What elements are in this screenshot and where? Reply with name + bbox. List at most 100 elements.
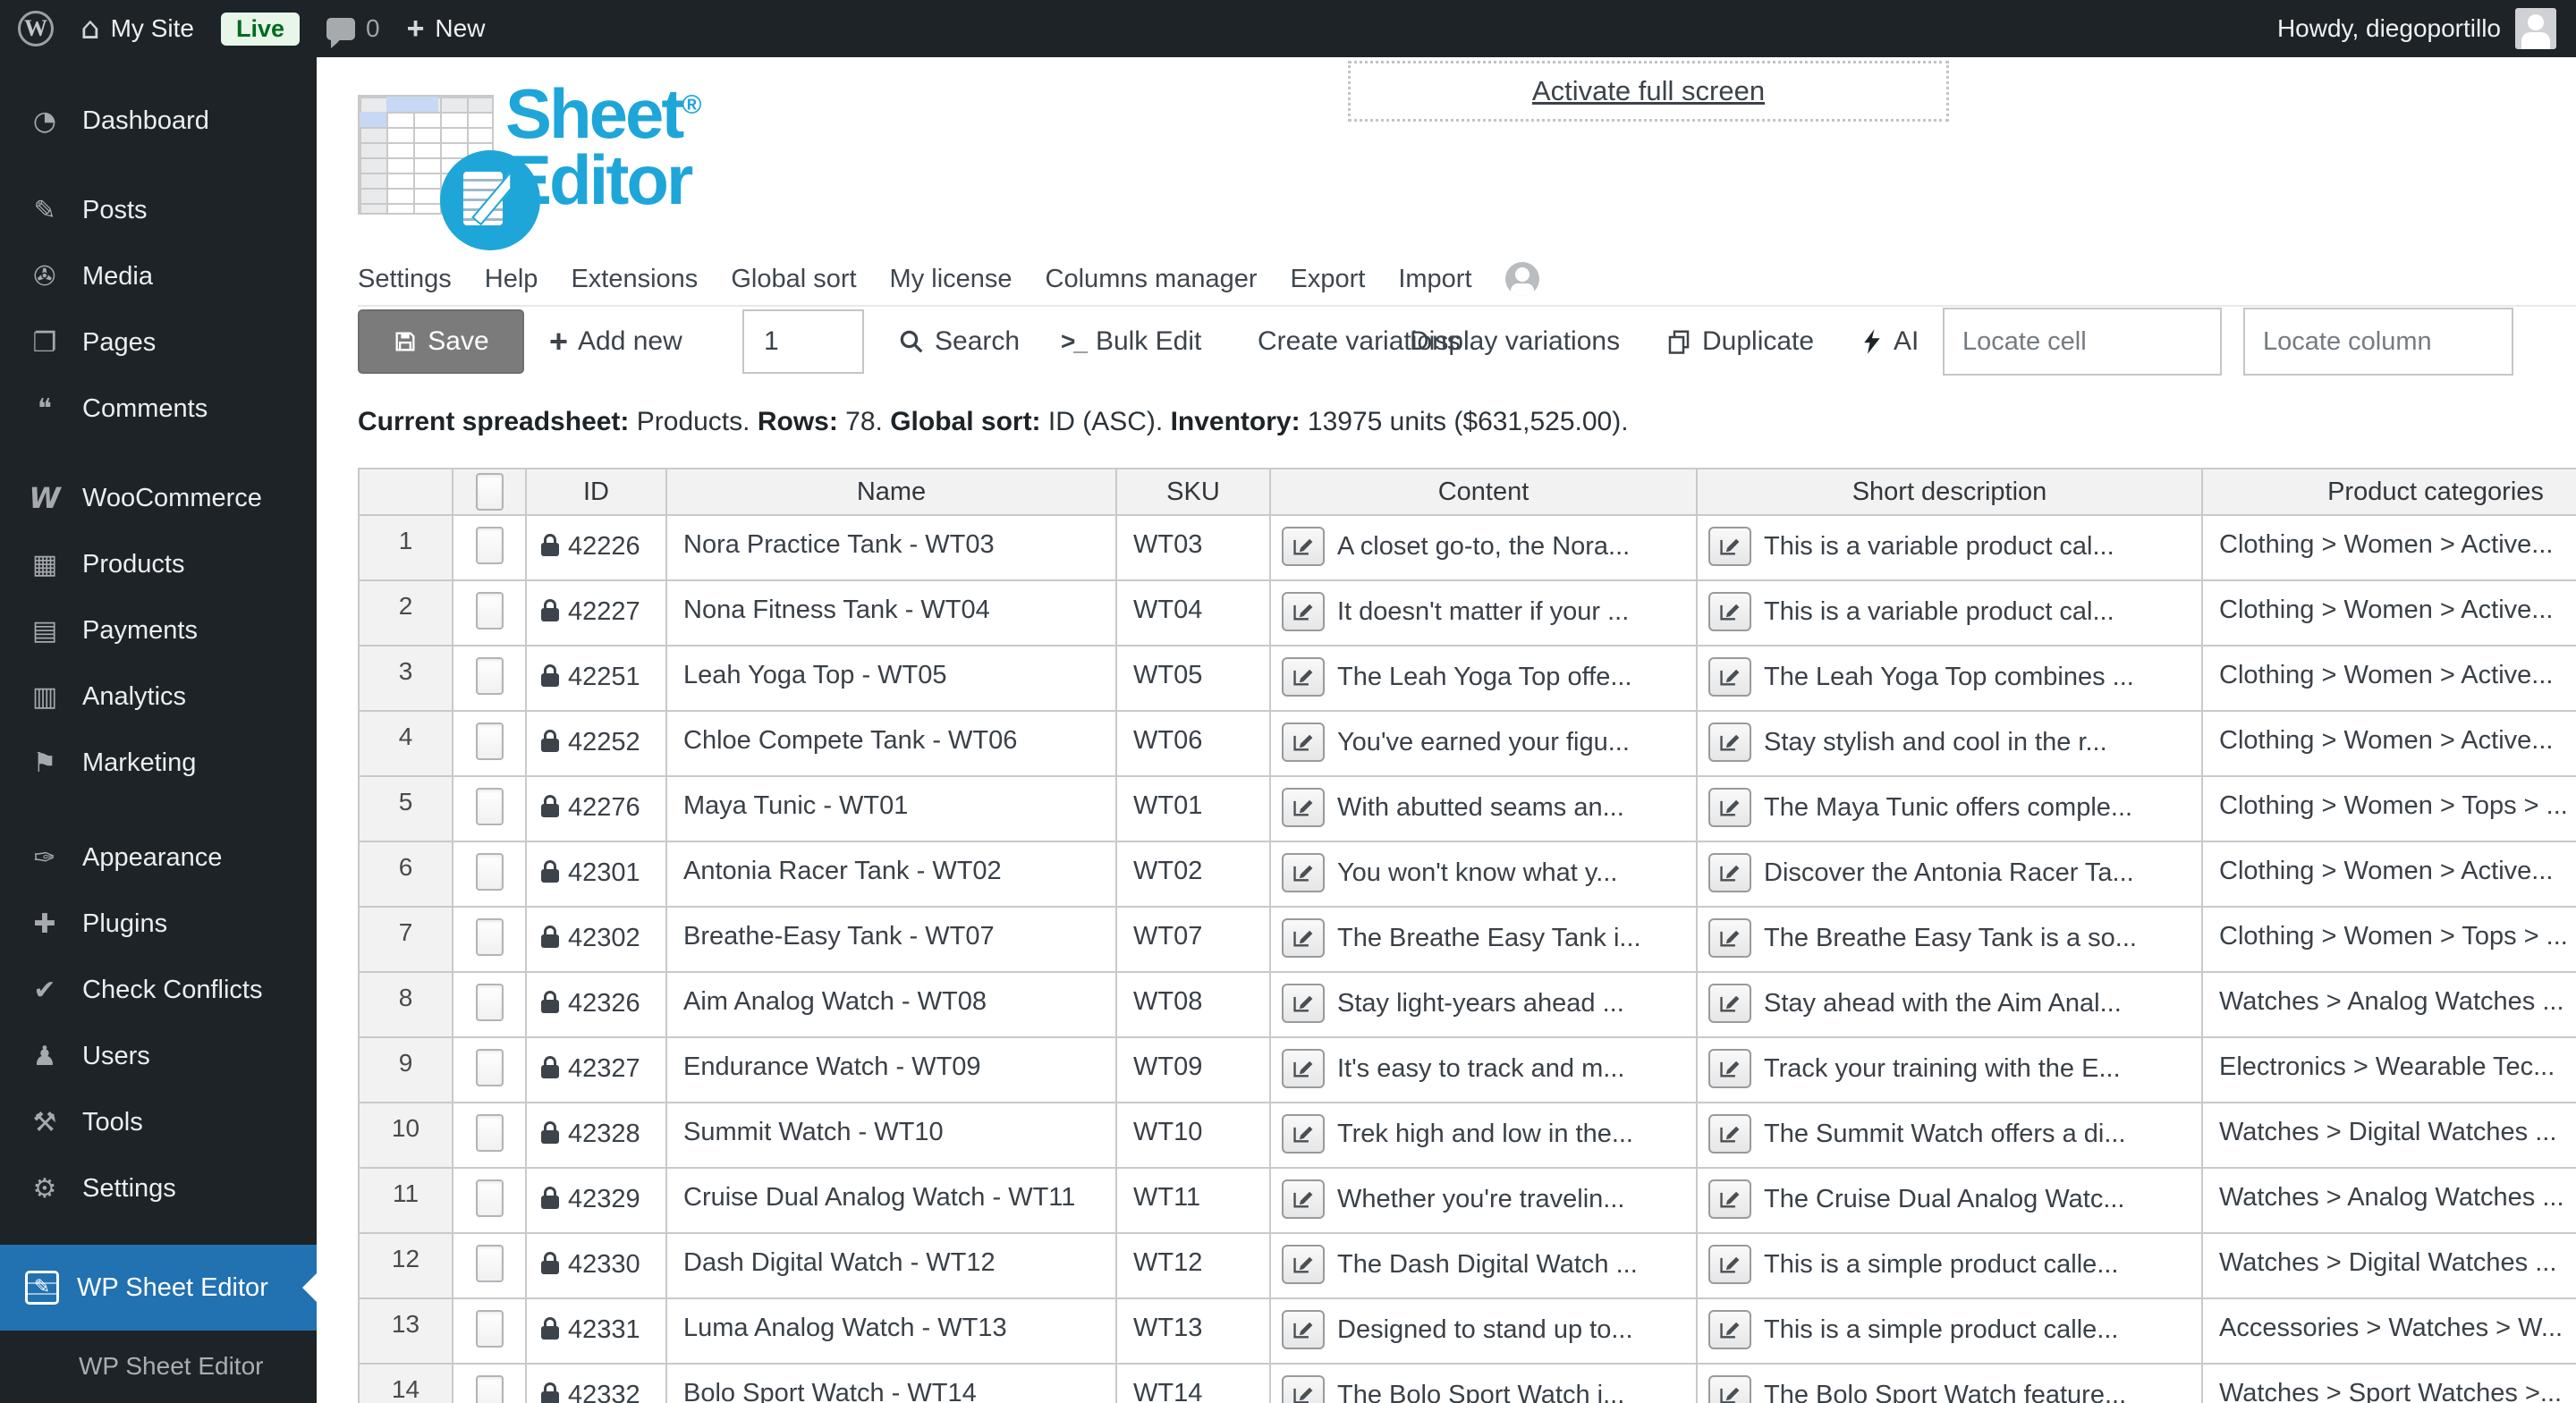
sidebar-item-payments[interactable]: ▤ Payments	[0, 597, 317, 663]
edit-content-button[interactable]	[1282, 788, 1325, 827]
edit-short-description-button[interactable]	[1708, 853, 1751, 892]
row-number[interactable]: 9	[360, 1038, 453, 1103]
sidebar-item-products[interactable]: ▦ Products	[0, 531, 317, 597]
sku-cell[interactable]: WT05	[1117, 647, 1271, 712]
short-description-cell[interactable]: The Maya Tunic offers comple...	[1698, 777, 2203, 842]
edit-content-button[interactable]	[1282, 984, 1325, 1023]
row-checkbox[interactable]	[475, 1114, 504, 1152]
row-number[interactable]: 6	[360, 842, 453, 908]
sidebar-item-check-conflicts[interactable]: ✔ Check Conflicts	[0, 957, 317, 1023]
row-checkbox[interactable]	[475, 1375, 504, 1403]
name-cell[interactable]: Dash Digital Watch - WT12	[667, 1234, 1117, 1299]
sidebar-item-posts[interactable]: ✎ Posts	[0, 177, 317, 243]
sidebar-item-woocommerce[interactable]: W WooCommerce	[0, 465, 317, 531]
edit-content-button[interactable]	[1282, 1310, 1325, 1349]
edit-content-button[interactable]	[1282, 527, 1325, 566]
categories-cell[interactable]: Clothing > Women > Active...	[2203, 842, 2576, 908]
content-cell[interactable]: The Dash Digital Watch ...	[1271, 1234, 1698, 1299]
edit-content-button[interactable]	[1282, 853, 1325, 892]
name-cell[interactable]: Antonia Racer Tank - WT02	[667, 842, 1117, 908]
save-button[interactable]: Save	[358, 309, 524, 374]
menu-item-export[interactable]: Export	[1291, 265, 1366, 294]
content-cell[interactable]: You've earned your figu...	[1271, 712, 1698, 777]
edit-short-description-button[interactable]	[1708, 723, 1751, 762]
edit-short-description-button[interactable]	[1708, 918, 1751, 958]
short-description-cell[interactable]: This is a variable product cal...	[1698, 581, 2203, 647]
content-cell[interactable]: The Breathe Easy Tank i...	[1271, 908, 1698, 973]
short-description-cell[interactable]: This is a simple product calle...	[1698, 1299, 2203, 1365]
content-cell[interactable]: It's easy to track and m...	[1271, 1038, 1698, 1103]
add-new-button[interactable]: + Add new	[549, 309, 682, 374]
sidebar-item-users[interactable]: ♟ Users	[0, 1023, 317, 1089]
sku-cell[interactable]: WT06	[1117, 712, 1271, 777]
sku-cell[interactable]: WT07	[1117, 908, 1271, 973]
activate-fullscreen-link[interactable]: Activate full screen	[1532, 75, 1765, 107]
content-cell[interactable]: It doesn't matter if your ...	[1271, 581, 1698, 647]
add-count-input[interactable]	[742, 309, 864, 374]
row-number[interactable]: 1	[360, 516, 453, 581]
short-description-cell[interactable]: Track your training with the E...	[1698, 1038, 2203, 1103]
row-number[interactable]: 8	[360, 973, 453, 1038]
sidebar-subitem-1[interactable]: Extensions	[0, 1397, 317, 1403]
user-avatar[interactable]	[2515, 8, 2556, 49]
display-variations-button[interactable]: Display variations	[1410, 309, 1620, 374]
edit-short-description-button[interactable]	[1708, 1179, 1751, 1219]
id-cell[interactable]: 42328	[527, 1103, 667, 1169]
edit-short-description-button[interactable]	[1708, 1375, 1751, 1403]
row-number[interactable]: 11	[360, 1169, 453, 1234]
sku-cell[interactable]: WT10	[1117, 1103, 1271, 1169]
row-number[interactable]: 12	[360, 1234, 453, 1299]
edit-short-description-button[interactable]	[1708, 1310, 1751, 1349]
name-cell[interactable]: Breathe-Easy Tank - WT07	[667, 908, 1117, 973]
column-header-id[interactable]: ID	[527, 469, 667, 516]
categories-cell[interactable]: Clothing > Women > Active...	[2203, 581, 2576, 647]
name-cell[interactable]: Maya Tunic - WT01	[667, 777, 1117, 842]
name-cell[interactable]: Luma Analog Watch - WT13	[667, 1299, 1117, 1365]
short-description-cell[interactable]: Stay ahead with the Aim Anal...	[1698, 973, 2203, 1038]
edit-short-description-button[interactable]	[1708, 1245, 1751, 1284]
content-cell[interactable]: With abutted seams an...	[1271, 777, 1698, 842]
sidebar-item-dashboard[interactable]: ◔ Dashboard	[0, 88, 317, 154]
edit-content-button[interactable]	[1282, 1375, 1325, 1403]
menu-item-settings[interactable]: Settings	[358, 265, 452, 294]
sidebar-item-media[interactable]: ✇ Media	[0, 243, 317, 309]
menu-item-my-license[interactable]: My license	[890, 265, 1013, 294]
column-header-sku[interactable]: SKU	[1117, 469, 1271, 516]
categories-cell[interactable]: Accessories > Watches > W...	[2203, 1299, 2576, 1365]
content-cell[interactable]: The Bolo Sport Watch i...	[1271, 1365, 1698, 1403]
row-number[interactable]: 2	[360, 581, 453, 647]
row-checkbox[interactable]	[475, 788, 504, 825]
edit-short-description-button[interactable]	[1708, 527, 1751, 566]
content-cell[interactable]: Trek high and low in the...	[1271, 1103, 1698, 1169]
id-cell[interactable]: 42301	[527, 842, 667, 908]
name-cell[interactable]: Summit Watch - WT10	[667, 1103, 1117, 1169]
content-cell[interactable]: The Leah Yoga Top offe...	[1271, 647, 1698, 712]
sku-cell[interactable]: WT01	[1117, 777, 1271, 842]
bulk-edit-button[interactable]: >_ Bulk Edit	[1061, 309, 1201, 374]
edit-short-description-button[interactable]	[1708, 1049, 1751, 1088]
sidebar-item-pages[interactable]: ❐ Pages	[0, 309, 317, 376]
id-cell[interactable]: 42330	[527, 1234, 667, 1299]
id-cell[interactable]: 42326	[527, 973, 667, 1038]
edit-content-button[interactable]	[1282, 723, 1325, 762]
categories-cell[interactable]: Watches > Analog Watches ...	[2203, 1169, 2576, 1234]
name-cell[interactable]: Aim Analog Watch - WT08	[667, 973, 1117, 1038]
row-number[interactable]: 3	[360, 647, 453, 712]
row-number[interactable]: 13	[360, 1299, 453, 1365]
row-checkbox[interactable]	[475, 723, 504, 760]
categories-cell[interactable]: Clothing > Women > Tops > ...	[2203, 777, 2576, 842]
sidebar-subitem-0[interactable]: WP Sheet Editor	[0, 1336, 317, 1397]
column-header-product-categories[interactable]: Product categories	[2203, 469, 2576, 516]
row-checkbox[interactable]	[475, 1245, 504, 1282]
row-checkbox[interactable]	[475, 1179, 504, 1217]
search-button[interactable]: Search	[898, 309, 1020, 374]
categories-cell[interactable]: Watches > Sport Watches >...	[2203, 1365, 2576, 1403]
categories-cell[interactable]: Watches > Analog Watches ...	[2203, 973, 2576, 1038]
id-cell[interactable]: 42251	[527, 647, 667, 712]
edit-content-button[interactable]	[1282, 657, 1325, 697]
short-description-cell[interactable]: The Breathe Easy Tank is a so...	[1698, 908, 2203, 973]
edit-content-button[interactable]	[1282, 1049, 1325, 1088]
row-number[interactable]: 4	[360, 712, 453, 777]
edit-content-button[interactable]	[1282, 1179, 1325, 1219]
select-all-checkbox[interactable]	[475, 473, 504, 511]
